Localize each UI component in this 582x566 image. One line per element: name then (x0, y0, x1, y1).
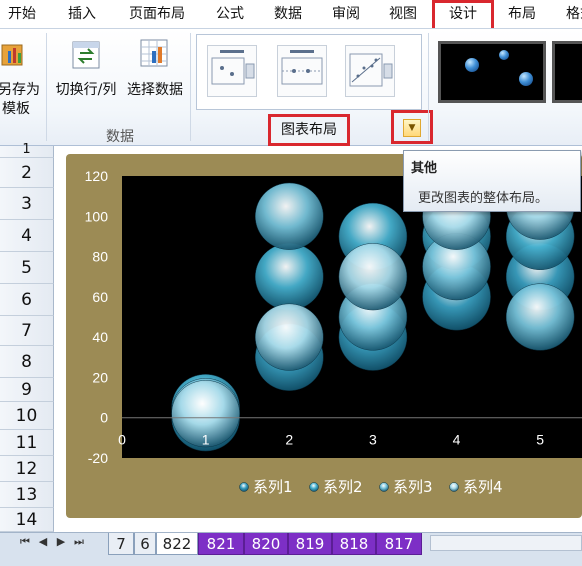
sheet-tab-821[interactable]: 821 (198, 533, 244, 555)
tab-view[interactable]: 视图 (381, 0, 425, 28)
sheet-tab-bar: ⏮ ◀ ▶ ⏭ 7 6 822 821 820 819 818 817 (0, 532, 582, 566)
legend-marker-series2 (309, 482, 319, 492)
save-as-template-button[interactable]: 另存为 模板 (0, 29, 44, 121)
x-tick-label: 5 (536, 432, 544, 448)
layout-thumb-icon (281, 50, 323, 85)
sheet-tab-7[interactable]: 7 (108, 533, 134, 555)
chart-layout-thumb-1[interactable] (207, 45, 257, 97)
bubble-series2-point2[interactable] (255, 243, 324, 311)
y-tick-label: 60 (92, 289, 108, 305)
y-tick-label: 0 (100, 410, 108, 426)
tooltip-more-layouts: 其他 更改图表的整体布局。 (403, 150, 581, 212)
legend-label-series3[interactable]: 系列3 (393, 478, 433, 496)
row-header[interactable]: 9 (0, 378, 54, 402)
sheet-nav-arrows-icon[interactable]: ⏮ ◀ ▶ ⏭ (16, 535, 88, 555)
tab-formulas[interactable]: 公式 (208, 0, 252, 28)
switch-row-column-icon (72, 41, 100, 69)
bubble-series4-point2[interactable] (255, 303, 324, 371)
layout-thumb-icon (211, 50, 255, 85)
row-header[interactable]: 2 (0, 158, 54, 188)
select-data-icon (140, 39, 168, 67)
switch-row-column-label: 切换行/列 (55, 82, 117, 98)
chart-layout-thumb-3[interactable] (345, 45, 395, 97)
gallery-more-icon: ▼ (403, 119, 421, 137)
x-tick-label: 2 (285, 432, 293, 448)
select-data-button[interactable]: 选择数据 (122, 29, 188, 121)
ribbon-separator (428, 33, 429, 141)
select-data-label: 选择数据 (127, 82, 183, 98)
legend-marker-series1 (239, 482, 249, 492)
chart-layout-gallery: ▲ ▼ (196, 34, 422, 110)
bubble-series4-point3[interactable] (338, 243, 408, 311)
x-tick-label: 0 (118, 432, 126, 448)
row-header[interactable]: 8 (0, 346, 54, 378)
tab-layout[interactable]: 布局 (500, 0, 544, 28)
sheet-tab-818[interactable]: 818 (332, 533, 376, 555)
row-header[interactable]: 7 (0, 316, 54, 346)
bubble-series3-point5[interactable] (505, 283, 575, 351)
y-tick-label: 40 (92, 329, 108, 345)
sheet-tab-6[interactable]: 6 (134, 533, 156, 555)
tab-home[interactable]: 开始 (0, 0, 44, 28)
style-thumb-bubble (519, 72, 533, 86)
row-header[interactable]: 5 (0, 252, 54, 284)
sheet-nav-last-icon[interactable]: ⏭ (70, 535, 88, 549)
switch-row-column-button[interactable]: 切换行/列 (50, 29, 122, 121)
bubble-series3-point2[interactable] (255, 182, 324, 250)
y-tick-label: 100 (85, 208, 109, 224)
row-header[interactable]: 6 (0, 284, 54, 316)
group-label-data: 数据 (106, 129, 134, 145)
style-thumb-bubble (465, 58, 479, 72)
sheet-tab-820[interactable]: 820 (244, 533, 288, 555)
sheet-tab-819[interactable]: 819 (288, 533, 332, 555)
row-header[interactable]: 11 (0, 430, 54, 456)
tooltip-title: 其他 (411, 161, 438, 176)
row-header[interactable]: 10 (0, 402, 54, 430)
legend-label-series1[interactable]: 系列1 (253, 478, 293, 496)
sheet-nav-first-icon[interactable]: ⏮ (16, 535, 34, 549)
sheet-nav-prev-icon[interactable]: ◀ (34, 535, 52, 548)
gallery-more-button[interactable]: ▼ (391, 110, 433, 144)
sheet-tab-822[interactable]: 822 (156, 533, 198, 555)
chart-layout-thumb-2[interactable] (277, 45, 327, 97)
save-as-template-icon (1, 44, 23, 66)
layout-thumb-icon (349, 53, 393, 87)
tab-review[interactable]: 审阅 (324, 0, 368, 28)
tab-format[interactable]: 格式 (558, 0, 582, 28)
tab-data[interactable]: 数据 (266, 0, 310, 28)
horizontal-scrollbar[interactable] (430, 535, 582, 551)
sheet-tab-817[interactable]: 817 (376, 533, 422, 555)
legend-label-series4[interactable]: 系列4 (463, 478, 503, 496)
legend-label-series2[interactable]: 系列2 (323, 478, 363, 496)
save-as-template-label-line2: 模板 (2, 101, 30, 117)
y-tick-label: -20 (88, 450, 108, 466)
ribbon-tab-bar: 开始 插入 页面布局 公式 数据 审阅 视图 设计 布局 格式 (0, 0, 582, 28)
y-tick-label: 20 (92, 369, 108, 385)
row-header[interactable]: 3 (0, 188, 54, 220)
y-tick-label: 80 (92, 249, 108, 265)
legend-marker-series3 (379, 482, 389, 492)
row-header[interactable]: 13 (0, 482, 54, 508)
x-tick-label: 4 (453, 432, 461, 448)
row-header[interactable]: 14 (0, 508, 54, 532)
x-tick-label: 3 (369, 432, 377, 448)
save-as-template-label-line1: 另存为 (0, 82, 40, 98)
row-header[interactable]: 4 (0, 220, 54, 252)
tab-page-layout[interactable]: 页面布局 (122, 0, 192, 28)
ribbon-separator (190, 33, 191, 141)
chart-style-thumb-1[interactable] (438, 41, 546, 103)
y-tick-label: 120 (85, 168, 109, 184)
style-thumb-bubble (499, 50, 509, 60)
sheet-nav-next-icon[interactable]: ▶ (52, 535, 70, 548)
tab-design[interactable]: 设计 (432, 0, 494, 28)
ribbon-separator (46, 33, 47, 141)
legend-marker-series4 (449, 482, 459, 492)
row-header[interactable]: 12 (0, 456, 54, 482)
chart-style-thumb-2[interactable] (552, 41, 582, 103)
row-header[interactable]: 1 (0, 143, 54, 158)
tooltip-body: 更改图表的整体布局。 (418, 191, 549, 206)
tab-insert[interactable]: 插入 (58, 0, 106, 28)
group-label-chart-layout: 图表布局 (268, 114, 350, 146)
x-tick-label: 1 (202, 432, 210, 448)
